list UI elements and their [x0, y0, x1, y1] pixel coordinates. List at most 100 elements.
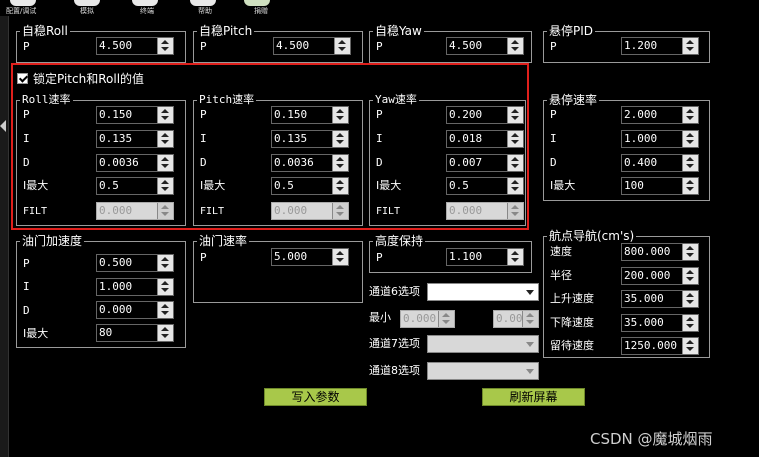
spin-up-icon[interactable] — [161, 327, 169, 331]
refresh-screen-button[interactable]: 刷新屏幕 — [482, 388, 585, 406]
wpnav-loiter-speed-input[interactable]: 1250.000 — [621, 337, 699, 355]
yaw-rate-i-input[interactable]: 0.018 — [446, 130, 524, 148]
stabilize-roll-p-input[interactable]: 4.500 — [96, 37, 174, 55]
spin-up-icon[interactable] — [336, 109, 344, 113]
ch8-option-select[interactable] — [427, 362, 539, 380]
spin-down-icon[interactable] — [686, 277, 694, 281]
spin-down-icon[interactable] — [686, 116, 694, 120]
spin-buttons[interactable] — [682, 107, 698, 123]
throttle-accel-p-input[interactable]: 0.500 — [96, 254, 174, 272]
spin-buttons[interactable] — [157, 107, 173, 123]
spin-up-icon[interactable] — [336, 251, 344, 255]
spin-down-icon[interactable] — [336, 116, 344, 120]
loiter-rate-p-input[interactable]: 2.000 — [621, 106, 699, 124]
wpnav-speed-down-input[interactable]: 35.000 — [621, 314, 699, 332]
spin-down-icon[interactable] — [161, 288, 169, 292]
pitch-rate-imax-input[interactable]: 0.5 — [271, 177, 349, 195]
spin-buttons[interactable] — [157, 38, 173, 54]
spin-up-icon[interactable] — [686, 109, 694, 113]
spin-up-icon[interactable] — [511, 133, 519, 137]
spin-buttons[interactable] — [157, 131, 173, 147]
spin-buttons[interactable] — [682, 244, 698, 260]
spin-up-icon[interactable] — [686, 317, 694, 321]
yaw-rate-p-input[interactable]: 0.200 — [446, 106, 524, 124]
roll-rate-i-input[interactable]: 0.135 — [96, 130, 174, 148]
spin-up-icon[interactable] — [511, 251, 519, 255]
spin-down-icon[interactable] — [161, 334, 169, 338]
spin-buttons[interactable] — [507, 155, 523, 171]
spin-up-icon[interactable] — [511, 157, 519, 161]
spin-down-icon[interactable] — [686, 300, 694, 304]
wpnav-radius-input[interactable]: 200.000 — [621, 267, 699, 285]
spin-up-icon[interactable] — [686, 180, 694, 184]
spin-down-icon[interactable] — [511, 116, 519, 120]
spin-down-icon[interactable] — [686, 324, 694, 328]
spin-buttons[interactable] — [682, 131, 698, 147]
yaw-rate-d-input[interactable]: 0.007 — [446, 154, 524, 172]
spin-up-icon[interactable] — [161, 133, 169, 137]
spin-up-icon[interactable] — [686, 246, 694, 250]
spin-down-icon[interactable] — [686, 140, 694, 144]
loiter-rate-imax-input[interactable]: 100 — [621, 177, 699, 195]
spin-buttons[interactable] — [682, 268, 698, 284]
spin-down-icon[interactable] — [686, 47, 694, 51]
spin-buttons[interactable] — [334, 38, 350, 54]
spin-buttons[interactable] — [332, 155, 348, 171]
spin-down-icon[interactable] — [686, 164, 694, 168]
spin-down-icon[interactable] — [686, 253, 694, 257]
spin-buttons[interactable] — [507, 107, 523, 123]
spin-up-icon[interactable] — [336, 157, 344, 161]
spin-buttons[interactable] — [332, 131, 348, 147]
spin-down-icon[interactable] — [511, 164, 519, 168]
spin-buttons[interactable] — [157, 178, 173, 194]
spin-buttons[interactable] — [682, 338, 698, 354]
spin-down-icon[interactable] — [161, 311, 169, 315]
spin-up-icon[interactable] — [686, 133, 694, 137]
throttle-rate-p-input[interactable]: 5.000 — [271, 248, 349, 266]
spin-down-icon[interactable] — [686, 347, 694, 351]
spin-buttons[interactable] — [332, 107, 348, 123]
spin-buttons[interactable] — [157, 302, 173, 318]
spin-down-icon[interactable] — [161, 47, 169, 51]
loiter-rate-i-input[interactable]: 1.000 — [621, 130, 699, 148]
spin-up-icon[interactable] — [511, 40, 519, 44]
spin-up-icon[interactable] — [511, 109, 519, 113]
spin-down-icon[interactable] — [511, 187, 519, 191]
spin-buttons[interactable] — [507, 178, 523, 194]
spin-down-icon[interactable] — [161, 116, 169, 120]
throttle-accel-i-input[interactable]: 1.000 — [96, 278, 174, 296]
wpnav-speed-up-input[interactable]: 35.000 — [621, 290, 699, 308]
spin-buttons[interactable] — [157, 279, 173, 295]
spin-buttons[interactable] — [682, 38, 698, 54]
spin-buttons[interactable] — [332, 178, 348, 194]
write-params-button[interactable]: 写入参数 — [264, 388, 367, 406]
spin-down-icon[interactable] — [161, 164, 169, 168]
spin-up-icon[interactable] — [686, 293, 694, 297]
spin-down-icon[interactable] — [161, 264, 169, 268]
spin-down-icon[interactable] — [511, 140, 519, 144]
spin-up-icon[interactable] — [338, 40, 346, 44]
spin-down-icon[interactable] — [336, 258, 344, 262]
spin-down-icon[interactable] — [338, 47, 346, 51]
spin-up-icon[interactable] — [511, 180, 519, 184]
spin-buttons[interactable] — [682, 315, 698, 331]
stabilize-pitch-p-input[interactable]: 4.500 — [273, 37, 351, 55]
spin-down-icon[interactable] — [336, 164, 344, 168]
stabilize-yaw-p-input[interactable]: 4.500 — [446, 37, 524, 55]
pitch-rate-i-input[interactable]: 0.135 — [271, 130, 349, 148]
spin-down-icon[interactable] — [336, 187, 344, 191]
spin-down-icon[interactable] — [686, 187, 694, 191]
spin-up-icon[interactable] — [161, 281, 169, 285]
spin-buttons[interactable] — [157, 325, 173, 341]
spin-buttons[interactable] — [682, 155, 698, 171]
yaw-rate-imax-input[interactable]: 0.5 — [446, 177, 524, 195]
spin-down-icon[interactable] — [161, 140, 169, 144]
spin-up-icon[interactable] — [336, 133, 344, 137]
spin-buttons[interactable] — [157, 255, 173, 271]
roll-rate-imax-input[interactable]: 0.5 — [96, 177, 174, 195]
roll-rate-p-input[interactable]: 0.150 — [96, 106, 174, 124]
spin-up-icon[interactable] — [161, 40, 169, 44]
spin-buttons[interactable] — [507, 131, 523, 147]
spin-up-icon[interactable] — [161, 180, 169, 184]
collapse-arrow-icon[interactable] — [0, 120, 6, 132]
